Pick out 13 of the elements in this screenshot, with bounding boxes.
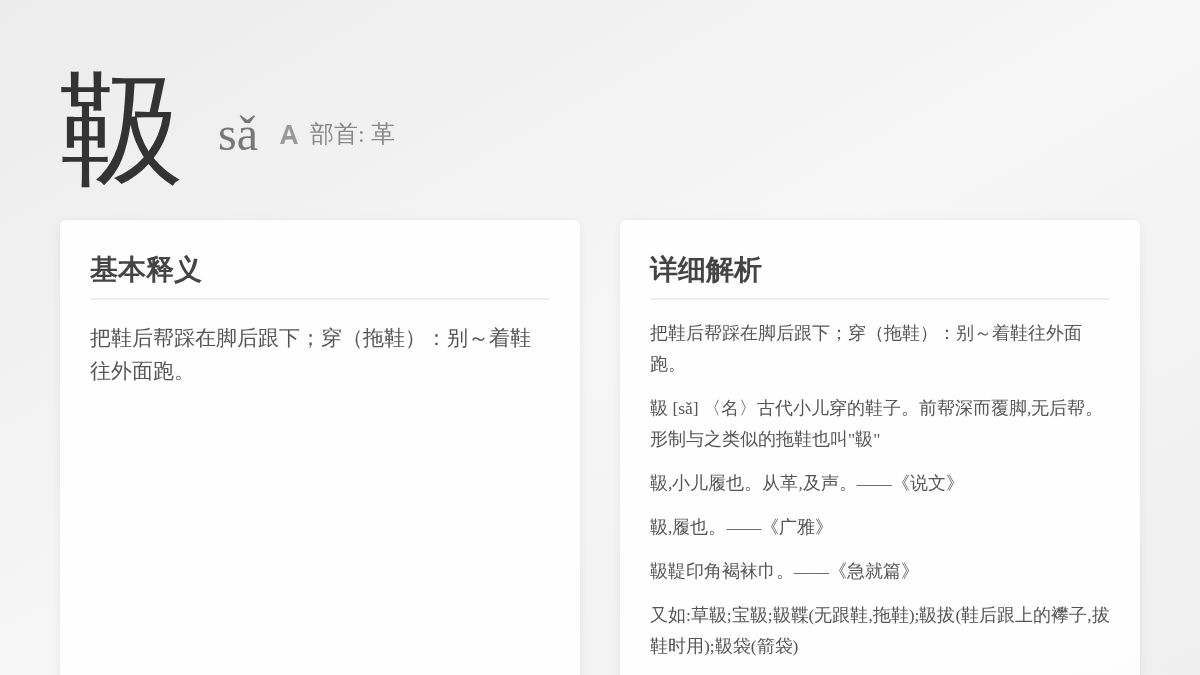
card-title: 基本释义 [90,253,203,287]
detail-paragraph: 靸,小儿履也。从革,及声。——《说文》 [650,472,965,495]
detail-paragraph: 靸,履也。——《广雅》 [650,516,835,539]
detail-paragraph: 又如:草靸;宝靸;靸鞢(无跟鞋,拖鞋);靸拔(鞋后跟上的襻子,拔鞋时用);靸袋(箭袋) [650,604,1110,658]
detail-paragraph: 靸鞮印角褐袜巾。——《急就篇》 [650,560,920,583]
radical-label: 部首: 革 [310,120,395,149]
detail-paragraph: 靸 [sǎ] 〈名〉古代小儿穿的鞋子。前帮深而覆脚,无后帮。形制与之类似的拖鞋也叫"靸" [650,397,1105,451]
letter-a-icon [278,123,300,145]
headword: 靸 [60,68,184,192]
pinyin: sǎ [218,110,258,158]
definition-text: 把鞋后帮踩在脚后跟下；穿（拖鞋）：别～着鞋往外面跑。 [90,325,532,385]
card-title: 详细解析 [650,253,763,287]
detail-paragraph: 把鞋后帮踩在脚后跟下；穿（拖鞋）：别～着鞋往外面跑。 [650,322,1083,376]
